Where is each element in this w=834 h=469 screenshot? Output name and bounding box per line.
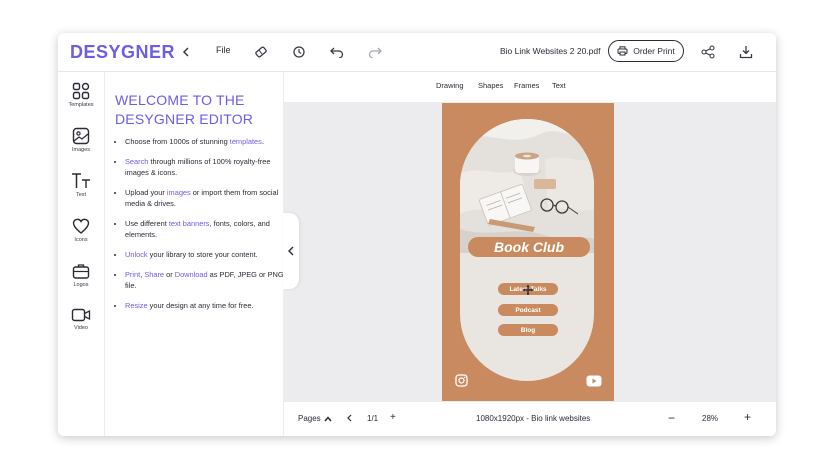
chevron-left-icon	[347, 414, 352, 422]
rail-label: Icons	[74, 237, 88, 243]
order-print-label: Order Print	[633, 46, 675, 56]
tab-frames[interactable]: Frames	[514, 81, 539, 90]
bottom-bar: Pages 1/1 + 1080x1920px - Bio link websi…	[284, 401, 776, 436]
prev-page-button[interactable]	[346, 414, 352, 424]
history-icon[interactable]	[289, 42, 309, 62]
image-icon	[72, 127, 90, 145]
rail-item-text[interactable]: Text	[58, 172, 104, 198]
feature-list: Choose from 1000s of stunning templates.…	[113, 136, 289, 320]
youtube-icon[interactable]	[586, 375, 602, 387]
rail-label: Images	[71, 147, 91, 153]
move-cursor-icon	[523, 285, 533, 295]
chevron-up-icon	[324, 415, 332, 421]
list-item: Upload your images or import them from s…	[125, 187, 289, 209]
print-link[interactable]: Print	[125, 270, 140, 279]
text: or	[164, 270, 175, 279]
templates-link[interactable]: templates	[230, 137, 262, 146]
redo-icon[interactable]	[365, 42, 385, 62]
tab-drawing[interactable]: Drawing	[436, 81, 464, 90]
add-page-button[interactable]: +	[390, 412, 396, 423]
zoom-in-button[interactable]: +	[744, 410, 751, 424]
list-item: Print, Share or Download as PDF, JPEG or…	[125, 269, 289, 291]
rail-item-logos[interactable]: Logos	[58, 262, 104, 288]
instagram-icon[interactable]	[455, 374, 468, 387]
pages-toggle[interactable]: Pages	[298, 414, 332, 423]
search-link[interactable]: Search	[125, 157, 148, 166]
link-button-podcast[interactable]: Podcast	[498, 304, 558, 316]
pages-label: Pages	[298, 414, 321, 423]
text: Use different	[125, 219, 169, 228]
text: your library to store your content.	[147, 250, 258, 259]
rail-label: Templates	[68, 102, 94, 108]
back-icon[interactable]	[176, 42, 196, 62]
link-button-blog[interactable]: Blog	[498, 324, 558, 336]
tab-shapes[interactable]: Shapes	[478, 81, 503, 90]
text: your design at any time for free.	[147, 301, 254, 310]
list-item: Use different text banners, fonts, color…	[125, 218, 289, 240]
images-link[interactable]: images	[167, 188, 191, 197]
rail-label: Text	[75, 192, 87, 198]
list-item: Choose from 1000s of stunning templates.	[125, 136, 289, 147]
share-link[interactable]: Share	[144, 270, 164, 279]
logo: DESYGNER	[70, 42, 176, 62]
file-menu[interactable]: File	[216, 45, 231, 55]
photo-books-coffee[interactable]	[460, 119, 594, 253]
video-icon	[71, 308, 91, 322]
document-name[interactable]: Bio Link Websites 2 20.pdf	[500, 46, 601, 56]
undo-icon[interactable]	[327, 42, 347, 62]
canvas-area[interactable]: Book Club Latest Talks Podcast Blog	[284, 103, 776, 401]
tool-rail: Templates Images Text Icons Logos Video	[58, 72, 105, 436]
text: Upload your	[125, 188, 167, 197]
download-link[interactable]: Download	[175, 270, 208, 279]
tab-text[interactable]: Text	[552, 81, 566, 90]
element-toolbar: Drawing Shapes Frames Text	[284, 72, 776, 103]
unlock-link[interactable]: Unlock	[125, 250, 148, 259]
rail-label: Video	[74, 325, 88, 331]
rail-label: Logos	[73, 282, 89, 288]
order-print-button[interactable]: Order Print	[608, 40, 684, 62]
text-icon	[72, 173, 90, 188]
list-item: Search through millions of 100% royalty-…	[125, 156, 289, 178]
page-indicator: 1/1	[367, 414, 379, 423]
chevron-left-icon	[288, 246, 294, 256]
welcome-panel: WELCOME TO THE DESYGNER EDITOR Choose fr…	[105, 72, 284, 436]
text-banners-link[interactable]: text banners	[169, 219, 210, 228]
zoom-level[interactable]: 28%	[702, 414, 718, 423]
download-icon[interactable]	[736, 42, 756, 62]
rail-item-video[interactable]: Video	[58, 307, 104, 331]
design-page[interactable]: Book Club Latest Talks Podcast Blog	[442, 103, 614, 401]
templates-icon	[72, 82, 90, 100]
briefcase-icon	[72, 264, 90, 279]
panel-title: WELCOME TO THE DESYGNER EDITOR	[115, 92, 254, 127]
rail-item-templates[interactable]: Templates	[58, 82, 104, 108]
rail-item-images[interactable]: Images	[58, 127, 104, 153]
list-item: Resize your design at any time for free.	[125, 300, 289, 311]
editor-window: DESYGNER File Bio Link Websites 2 20.pdf…	[58, 33, 776, 436]
printer-icon	[617, 46, 628, 56]
zoom-out-button[interactable]: −	[668, 411, 675, 425]
rail-item-icons[interactable]: Icons	[58, 217, 104, 243]
canvas-size-info: 1080x1920px - Bio link websites	[476, 414, 591, 423]
book-club-title[interactable]: Book Club	[468, 237, 590, 257]
text: Choose from 1000s of stunning	[125, 137, 230, 146]
list-item: Unlock your library to store your conten…	[125, 249, 289, 260]
heart-icon	[72, 218, 90, 234]
eraser-icon[interactable]	[251, 42, 271, 62]
text: .	[261, 137, 264, 146]
collapse-panel-button[interactable]	[283, 213, 299, 289]
share-icon[interactable]	[698, 42, 718, 62]
top-bar: DESYGNER File Bio Link Websites 2 20.pdf…	[58, 33, 776, 72]
resize-link[interactable]: Resize	[125, 301, 148, 310]
